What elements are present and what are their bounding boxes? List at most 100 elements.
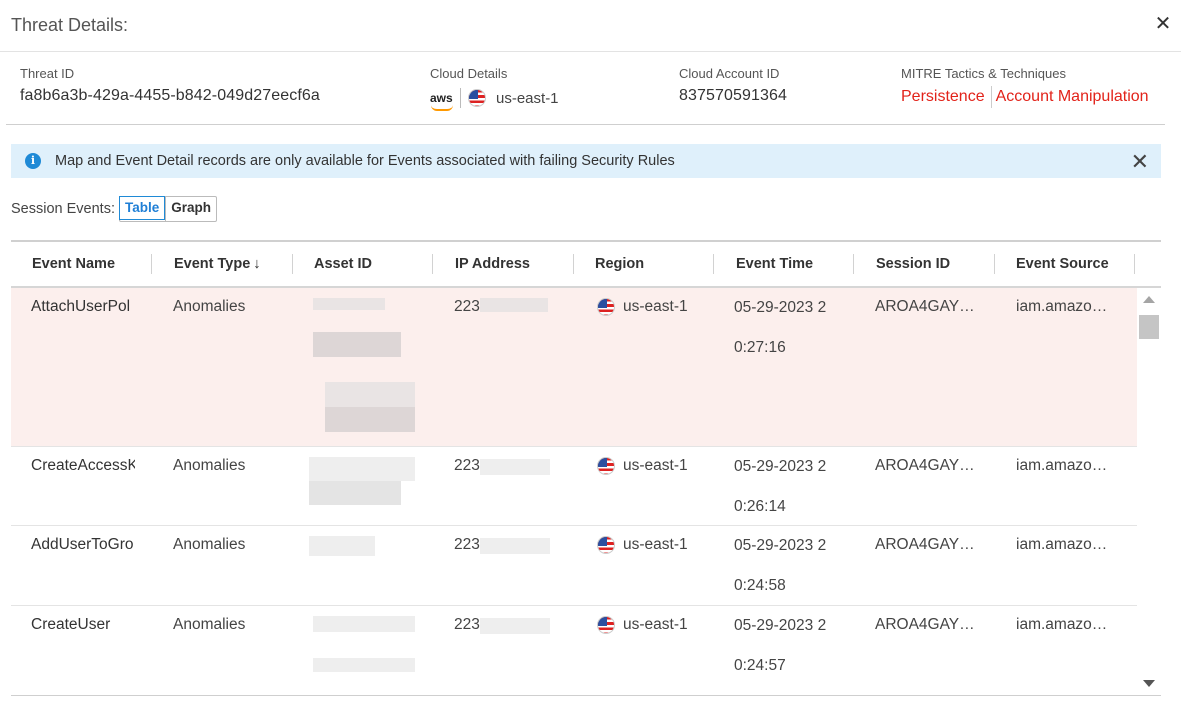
threat-id-value: fa8b6a3b-429a-4455-b842-049d27eecf6a (20, 87, 320, 104)
dialog-header: Threat Details: ✕ (0, 0, 1181, 52)
table-scrollbar[interactable] (1137, 288, 1161, 695)
column-divider (151, 254, 152, 274)
event-name: AttachUserPol (31, 298, 131, 315)
tab-graph[interactable]: Graph (165, 197, 216, 221)
aws-logo-text: aws (430, 91, 453, 105)
scroll-down-icon[interactable] (1143, 680, 1155, 687)
event-name: CreateAccessK (31, 457, 135, 474)
region-value: us-east-1 (623, 457, 688, 474)
region-value: us-east-1 (623, 616, 688, 633)
region-cell: us-east-1 (597, 536, 688, 554)
column-event-type-label: Event Type (174, 256, 251, 272)
close-icon[interactable]: ✕ (1151, 12, 1175, 36)
event-source: iam.amazo… (1016, 616, 1108, 633)
event-time: 05-29-2023 2 0:27:16 (734, 299, 827, 356)
session-id: AROA4GAYY… (875, 298, 979, 315)
divider (460, 88, 461, 108)
us-flag-icon (597, 536, 615, 554)
table-row[interactable]: AddUserToGro Anomalies 223 us-east-1 05-… (11, 526, 1137, 606)
session-id: AROA4GAYY… (875, 457, 979, 474)
column-divider (713, 254, 714, 274)
session-id: AROA4GAYY… (875, 536, 979, 553)
column-divider (1134, 254, 1135, 274)
column-divider (994, 254, 995, 274)
scroll-thumb[interactable] (1139, 315, 1159, 339)
column-event-time[interactable]: Event Time (736, 256, 813, 272)
column-divider (573, 254, 574, 274)
cloud-region-value: us-east-1 (496, 89, 559, 107)
redacted-ip (480, 618, 550, 634)
region-cell: us-east-1 (597, 298, 688, 316)
banner-close-icon[interactable]: ✕ (1131, 149, 1149, 175)
mitre-tag-account-manipulation[interactable]: Account Manipulation (996, 88, 1149, 106)
redacted-asset-id (309, 481, 401, 505)
column-event-source[interactable]: Event Source (1016, 256, 1109, 272)
aws-logo-icon: aws (430, 91, 454, 111)
threat-id-block: Threat ID fa8b6a3b-429a-4455-b842-049d27… (20, 66, 320, 105)
session-events-label: Session Events: (11, 201, 115, 217)
column-asset-id[interactable]: Asset ID (314, 256, 372, 272)
event-time: 05-29-2023 2 0:26:14 (734, 458, 827, 515)
event-type: Anomalies (173, 616, 246, 633)
session-events-toggle: Session Events: Table Graph (11, 196, 218, 222)
redacted-asset-id (309, 457, 415, 481)
scroll-up-icon[interactable] (1143, 296, 1155, 303)
cloud-details-block: Cloud Details aws us-east-1 (430, 66, 559, 111)
event-type: Anomalies (173, 536, 246, 553)
view-switch: Table Graph (118, 196, 218, 222)
us-flag-icon (597, 457, 615, 475)
session-id: AROA4GAYY… (875, 616, 979, 633)
redacted-asset-id (313, 658, 415, 672)
column-region[interactable]: Region (595, 256, 644, 272)
event-name: CreateUser (31, 616, 111, 633)
region-cell: us-east-1 (597, 616, 688, 634)
cloud-details-label: Cloud Details (430, 66, 508, 81)
us-flag-icon (597, 298, 615, 316)
dialog-title: Threat Details: (11, 15, 129, 35)
column-session-id[interactable]: Session ID (876, 256, 950, 272)
cloud-account-value: 837570591364 (679, 87, 787, 104)
divider (990, 86, 992, 108)
event-source: iam.amazo… (1016, 298, 1108, 315)
redacted-asset-id (325, 407, 415, 432)
table-row[interactable]: CreateUser Anomalies 223 us-east-1 05-29… (11, 606, 1137, 695)
info-banner-message: Map and Event Detail records are only av… (55, 153, 675, 169)
event-type: Anomalies (173, 457, 246, 474)
info-icon: i (25, 153, 41, 169)
region-value: us-east-1 (623, 298, 688, 315)
column-ip-address[interactable]: IP Address (455, 256, 530, 272)
sort-arrow-down-icon: ↓ (253, 256, 261, 272)
event-type: Anomalies (173, 298, 246, 315)
info-banner: i Map and Event Detail records are only … (11, 144, 1161, 178)
us-flag-icon (597, 616, 615, 634)
column-divider (853, 254, 854, 274)
redacted-asset-id (313, 298, 385, 310)
redacted-ip (480, 538, 550, 554)
us-flag-icon (468, 89, 486, 107)
region-value: us-east-1 (623, 536, 688, 553)
event-source: iam.amazo… (1016, 457, 1108, 474)
column-event-type[interactable]: Event Type ↓ (174, 256, 261, 272)
cloud-account-block: Cloud Account ID 837570591364 (679, 66, 787, 105)
redacted-asset-id (325, 382, 415, 407)
redacted-ip (480, 459, 550, 475)
column-divider (432, 254, 433, 274)
redacted-asset-id (313, 332, 401, 357)
mitre-tag-persistence[interactable]: Persistence (901, 88, 985, 106)
table-row[interactable]: AttachUserPol Anomalies 223 us-east-1 05… (11, 288, 1137, 447)
table-header: Event Name Event Type ↓ Asset ID IP Addre… (11, 242, 1161, 288)
event-time: 05-29-2023 2 0:24:58 (734, 537, 827, 594)
region-cell: us-east-1 (597, 457, 688, 475)
mitre-label: MITRE Tactics & Techniques (901, 66, 1066, 81)
event-time: 05-29-2023 2 0:24:57 (734, 617, 827, 674)
tab-table[interactable]: Table (118, 196, 166, 220)
mitre-block: MITRE Tactics & Techniques Persistence A… (901, 66, 1149, 108)
table-row[interactable]: CreateAccessK Anomalies 223 us-east-1 05… (11, 447, 1137, 526)
column-event-name[interactable]: Event Name (32, 256, 115, 272)
threat-summary: Threat ID fa8b6a3b-429a-4455-b842-049d27… (6, 53, 1165, 125)
event-name: AddUserToGro (31, 536, 134, 553)
redacted-ip (480, 298, 548, 312)
threat-id-label: Threat ID (20, 66, 75, 81)
column-divider (292, 254, 293, 274)
redacted-asset-id (309, 536, 375, 556)
